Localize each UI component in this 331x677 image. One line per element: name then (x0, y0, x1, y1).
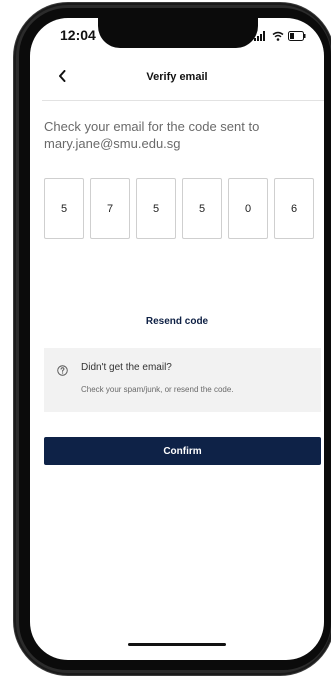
header-divider (42, 100, 324, 101)
phone-screen: 12:04 Verify email Check your email for … (30, 18, 324, 660)
confirm-button[interactable]: Confirm (44, 437, 321, 465)
otp-digit-6[interactable]: 6 (274, 178, 314, 239)
page-title: Verify email (146, 71, 208, 83)
app-header: Verify email (30, 60, 324, 100)
instruction-line: Check your email for the code sent to (44, 119, 260, 134)
status-icons (254, 28, 306, 46)
wifi-icon (272, 28, 284, 46)
help-callout: Didn't get the email? Check your spam/ju… (44, 348, 321, 412)
otp-digit-3[interactable]: 5 (136, 178, 176, 239)
otp-digit-4[interactable]: 5 (182, 178, 222, 239)
help-title: Didn't get the email? (81, 362, 172, 373)
email-address: mary.jane@smu.edu.sg (44, 136, 181, 151)
resend-code-link[interactable]: Resend code (30, 316, 324, 327)
otp-digit-2[interactable]: 7 (90, 178, 130, 239)
notch (98, 18, 258, 48)
otp-digit-5[interactable]: 0 (228, 178, 268, 239)
status-time: 12:04 (60, 27, 96, 43)
otp-input-group: 5 7 5 5 0 6 (44, 178, 314, 239)
device-mockup: 12:04 Verify email Check your email for … (0, 0, 331, 677)
signal-icon (254, 28, 268, 46)
help-text: Check your spam/junk, or resend the code… (81, 385, 234, 394)
home-indicator (128, 643, 226, 646)
instruction-text: Check your email for the code sent to ma… (44, 118, 314, 152)
battery-icon (288, 28, 306, 46)
otp-digit-1[interactable]: 5 (44, 178, 84, 239)
question-circle-icon (57, 363, 68, 376)
